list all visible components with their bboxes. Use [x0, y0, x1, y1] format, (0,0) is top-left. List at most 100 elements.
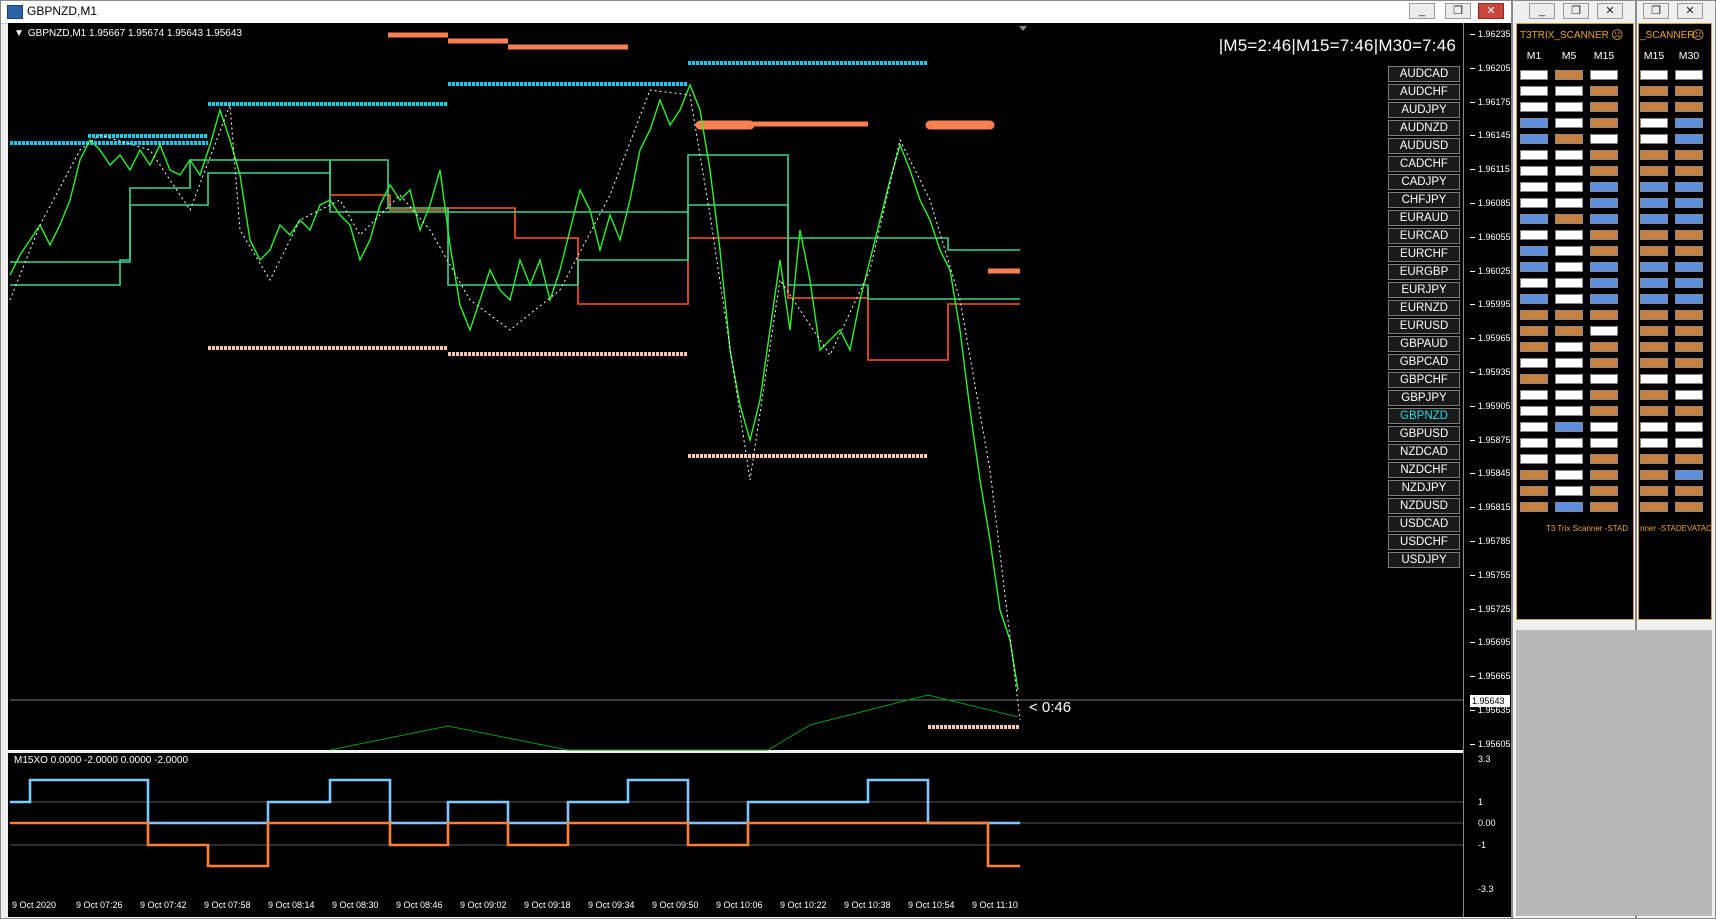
- price-tick: [1470, 169, 1475, 171]
- scanner2-signal-cell: [1675, 438, 1703, 448]
- scanner1-signal-cell: [1520, 134, 1548, 144]
- pair-button-audchf[interactable]: AUDCHF: [1388, 84, 1460, 100]
- scanner1-signal-cell: [1555, 230, 1583, 240]
- pair-button-cadchf[interactable]: CADCHF: [1388, 156, 1460, 172]
- scanner2-signal-cell: [1675, 374, 1703, 384]
- scanner1-signal-cell: [1590, 374, 1618, 384]
- scanner1-signal-cell: [1520, 358, 1548, 368]
- scanner2-signal-cell: [1640, 70, 1668, 80]
- pair-button-usdjpy[interactable]: USDJPY: [1388, 552, 1460, 568]
- pair-button-gbpaud[interactable]: GBPAUD: [1388, 336, 1460, 352]
- pair-button-nzdjpy[interactable]: NZDJPY: [1388, 480, 1460, 496]
- scanner1-signal-cell: [1555, 390, 1583, 400]
- pair-button-nzdchf[interactable]: NZDCHF: [1388, 462, 1460, 478]
- pair-button-gbpusd[interactable]: GBPUSD: [1388, 426, 1460, 442]
- indicator-panel[interactable]: [8, 753, 1510, 897]
- pair-button-eurjpy[interactable]: EURJPY: [1388, 282, 1460, 298]
- time-label: 9 Oct 08:14: [268, 900, 315, 910]
- scanner1-signal-cell: [1555, 182, 1583, 192]
- close-button[interactable]: ✕: [1478, 3, 1504, 19]
- scanner1-signal-cell: [1520, 326, 1548, 336]
- maximize-button[interactable]: ❐: [1445, 3, 1471, 19]
- chart-header: ▼ GBPNZD,M1 1.95667 1.95674 1.95643 1.956…: [14, 28, 242, 39]
- scanner2-close-button[interactable]: ✕: [1677, 3, 1703, 19]
- time-label: 9 Oct 10:38: [844, 900, 891, 910]
- pair-button-gbpchf[interactable]: GBPCHF: [1388, 372, 1460, 388]
- scanner2-signal-cell: [1675, 230, 1703, 240]
- scanner1-signal-cell: [1520, 406, 1548, 416]
- scanner1-signal-cell: [1520, 262, 1548, 272]
- scanner2-restore-button[interactable]: ❐: [1643, 3, 1669, 19]
- price-tick: [1470, 236, 1475, 238]
- scanner1-signal-cell: [1590, 70, 1618, 80]
- scanner2-signal-cell: [1675, 502, 1703, 512]
- scanner1-signal-cell: [1590, 310, 1618, 320]
- scanner1-signal-cell: [1590, 470, 1618, 480]
- price-chart-area[interactable]: [8, 23, 1510, 750]
- scanner2-signal-cell: [1640, 118, 1668, 128]
- price-tick: [1470, 608, 1475, 610]
- pair-button-eurusd[interactable]: EURUSD: [1388, 318, 1460, 334]
- chart-window-title: GBPNZD,M1: [27, 4, 98, 18]
- scanner2-column-header: M30: [1678, 50, 1700, 62]
- scanner2-signal-cell: [1675, 326, 1703, 336]
- pair-button-euraud[interactable]: EURAUD: [1388, 210, 1460, 226]
- scanner1-signal-cell: [1590, 326, 1618, 336]
- pair-button-audjpy[interactable]: AUDJPY: [1388, 102, 1460, 118]
- price-tick: [1470, 203, 1475, 204]
- scanner2-signal-cell: [1640, 214, 1668, 224]
- scanner1-signal-cell: [1555, 214, 1583, 224]
- scanner1-signal-cell: [1590, 118, 1618, 128]
- scanner1-signal-cell: [1590, 294, 1618, 304]
- minimize-button[interactable]: _: [1409, 3, 1435, 19]
- scanner2-signal-cell: [1640, 310, 1668, 320]
- pair-button-nzdcad[interactable]: NZDCAD: [1388, 444, 1460, 460]
- indicator-title: M15XO 0.0000 -2.0000 0.0000 -2.0000: [14, 755, 189, 766]
- pair-button-cadjpy[interactable]: CADJPY: [1388, 174, 1460, 190]
- price-tick: [1470, 338, 1475, 340]
- scanner1-restore-button[interactable]: ❐: [1563, 3, 1589, 19]
- pair-button-gbpjpy[interactable]: GBPJPY: [1388, 390, 1460, 406]
- scanner2-signal-cell: [1675, 422, 1703, 432]
- scanner1-signal-cell: [1520, 102, 1548, 112]
- pair-button-audnzd[interactable]: AUDNZD: [1388, 120, 1460, 136]
- pair-button-audcad[interactable]: AUDCAD: [1388, 66, 1460, 82]
- pair-button-usdcad[interactable]: USDCAD: [1388, 516, 1460, 532]
- scanner1-signal-cell: [1520, 246, 1548, 256]
- pair-button-chfjpy[interactable]: CHFJPY: [1388, 192, 1460, 208]
- pair-button-gbpcad[interactable]: GBPCAD: [1388, 354, 1460, 370]
- scanner1-close-button[interactable]: ✕: [1597, 3, 1623, 19]
- scanner1-signal-cell: [1555, 406, 1583, 416]
- scanner1-column-header: M5: [1561, 50, 1577, 62]
- scanner2-signal-cell: [1675, 86, 1703, 96]
- time-label: 9 Oct 2020: [12, 900, 57, 910]
- indicator-label-zero: 0.00: [1478, 818, 1496, 828]
- scanner1-signal-cell: [1520, 390, 1548, 400]
- scanner1-signal-cell: [1555, 118, 1583, 128]
- collapse-triangle-icon[interactable]: ▼: [14, 28, 24, 39]
- scanner1-signal-cell: [1520, 278, 1548, 288]
- scanner1-signal-cell: [1590, 150, 1618, 160]
- scanner1-signal-cell: [1555, 262, 1583, 272]
- pair-button-nzdusd[interactable]: NZDUSD: [1388, 498, 1460, 514]
- scanner1-signal-cell: [1520, 70, 1548, 80]
- pair-button-eurchf[interactable]: EURCHF: [1388, 246, 1460, 262]
- pair-button-eurcad[interactable]: EURCAD: [1388, 228, 1460, 244]
- chart-window-titlebar[interactable]: GBPNZD,M1 _ ❐ ✕: [1, 1, 1511, 24]
- pair-button-eurnzd[interactable]: EURNZD: [1388, 300, 1460, 316]
- price-tick: [1470, 710, 1475, 711]
- scanner2-signal-cell: [1675, 134, 1703, 144]
- scanner1-signal-cell: [1520, 230, 1548, 240]
- pair-button-eurgbp[interactable]: EURGBP: [1388, 264, 1460, 280]
- time-label: 9 Oct 07:26: [76, 900, 123, 910]
- pair-button-audusd[interactable]: AUDUSD: [1388, 138, 1460, 154]
- current-price-box: 1.95643: [1470, 695, 1510, 707]
- scanner1-minimize-button[interactable]: _: [1529, 3, 1555, 19]
- scanner2-signal-cell: [1675, 358, 1703, 368]
- price-tick: [1470, 270, 1475, 272]
- pair-button-gbpnzd[interactable]: GBPNZD: [1388, 408, 1460, 424]
- scanner1-signal-cell: [1555, 86, 1583, 96]
- pair-button-usdchf[interactable]: USDCHF: [1388, 534, 1460, 550]
- scanner1-signal-cell: [1590, 486, 1618, 496]
- scanner1-signal-cell: [1590, 502, 1618, 512]
